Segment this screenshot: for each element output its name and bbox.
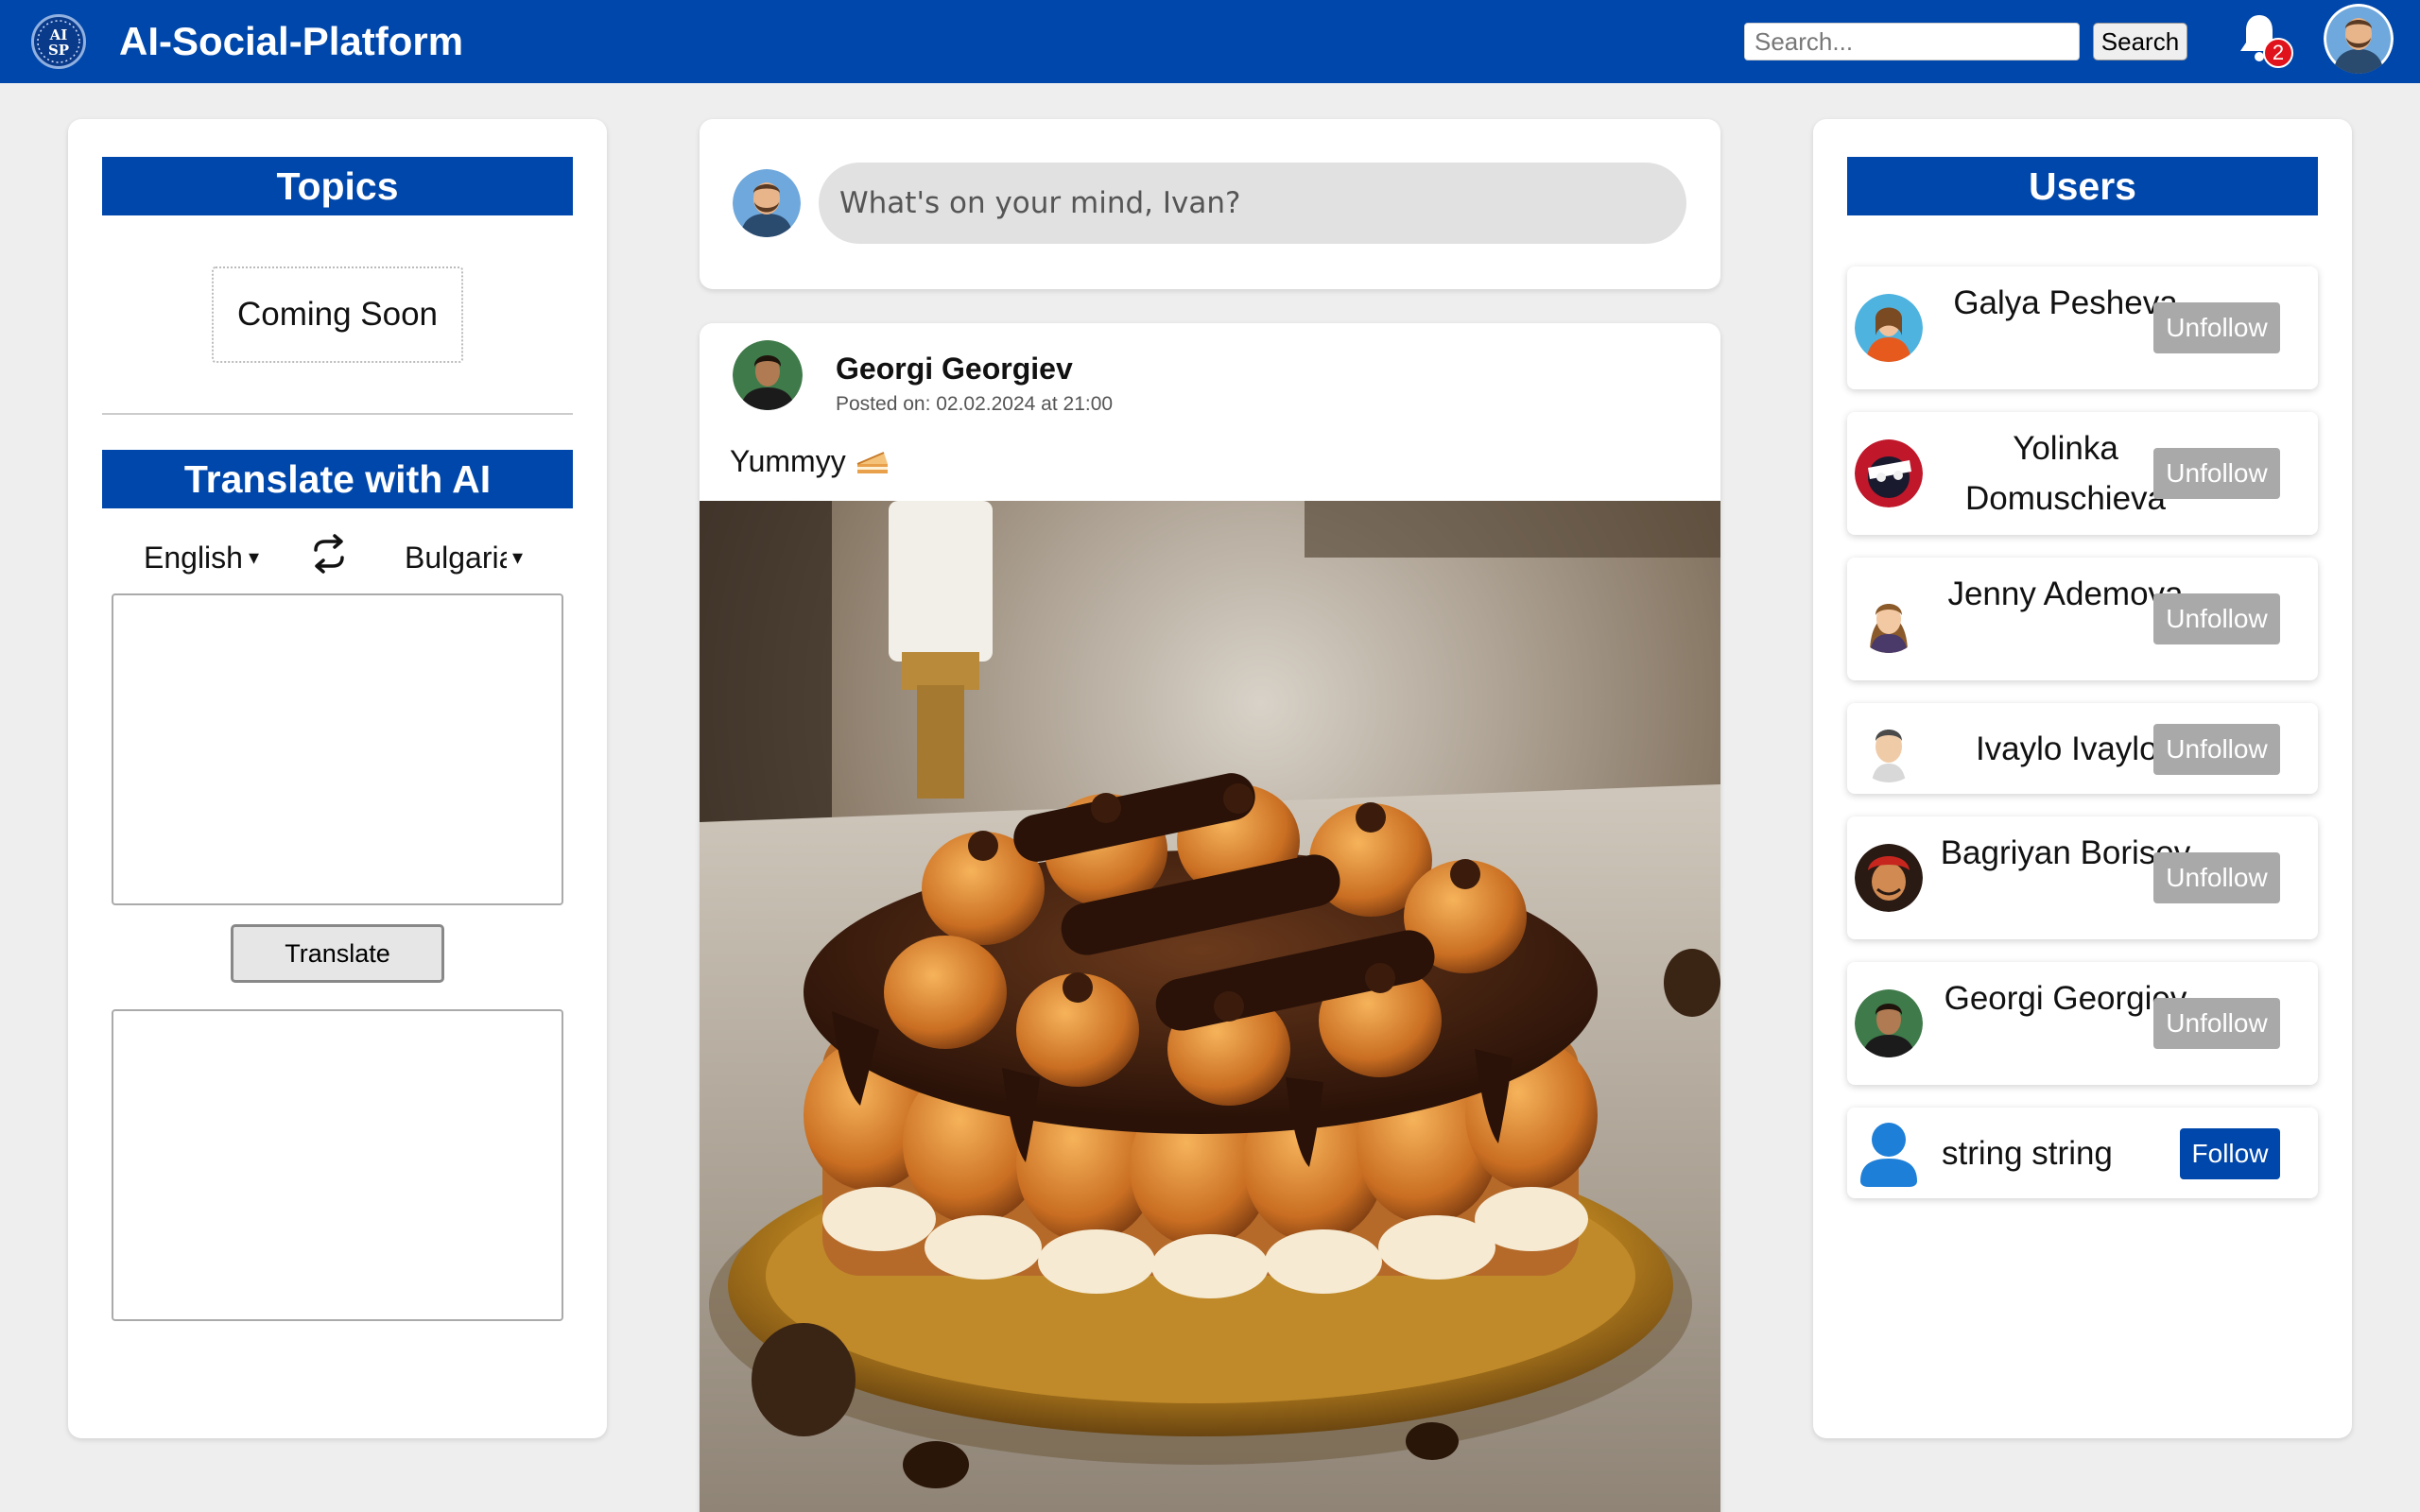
users-title: Users — [1847, 157, 2318, 215]
follow-button[interactable]: Follow — [2180, 1128, 2280, 1179]
chevron-down-icon: ▾ — [512, 545, 524, 569]
target-language-label: Bulgarian — [405, 540, 507, 575]
post-image-cake[interactable] — [700, 501, 1720, 1512]
logo-text-bottom: SP — [48, 42, 69, 59]
search-input[interactable] — [1744, 23, 2080, 60]
top-navbar: AI SP AI-Social-Platform Search 2 — [0, 0, 2420, 83]
swap-icon[interactable] — [308, 533, 350, 575]
divider — [102, 413, 573, 415]
brand-title[interactable]: AI-Social-Platform — [119, 19, 463, 64]
avatar[interactable] — [1855, 989, 1923, 1057]
topics-title: Topics — [102, 157, 573, 215]
notification-badge: 2 — [2263, 38, 2293, 68]
unfollow-button[interactable]: Unfollow — [2153, 593, 2280, 644]
post-date: Posted on: 02.02.2024 at 21:00 — [836, 393, 1114, 415]
source-language-select[interactable]: English ▾ — [144, 535, 285, 580]
chevron-down-icon: ▾ — [248, 545, 259, 569]
user-card[interactable]: Ivaylo Ivaylov Unfollow — [1847, 703, 2318, 794]
source-language-label: English — [144, 540, 243, 575]
avatar[interactable] — [1855, 294, 1923, 362]
cake-icon — [856, 451, 888, 473]
unfollow-button[interactable]: Unfollow — [2153, 448, 2280, 499]
post-text-content: Yummyy — [730, 444, 846, 478]
user-placeholder-icon[interactable] — [1855, 1119, 1923, 1187]
user-card[interactable]: Jenny Ademova Unfollow — [1847, 558, 2318, 680]
user-card[interactable]: Galya Pesheva Unfollow — [1847, 266, 2318, 389]
avatar[interactable] — [1855, 439, 1923, 507]
avatar[interactable] — [2324, 4, 2394, 74]
coming-soon-box: Coming Soon — [212, 266, 463, 363]
avatar[interactable] — [1855, 714, 1923, 782]
logo-icon[interactable]: AI SP — [31, 14, 86, 69]
search-button[interactable]: Search — [2093, 23, 2187, 60]
user-card[interactable]: Georgi Georgiev Unfollow — [1847, 962, 2318, 1085]
unfollow-button[interactable]: Unfollow — [2153, 724, 2280, 775]
avatar[interactable] — [733, 340, 803, 410]
unfollow-button[interactable]: Unfollow — [2153, 302, 2280, 353]
unfollow-button[interactable]: Unfollow — [2153, 998, 2280, 1049]
users-panel: Users Galya Pesheva Unfollow Yolinka Dom… — [1813, 119, 2352, 1438]
user-card[interactable]: Bagriyan Borisov Unfollow — [1847, 816, 2318, 939]
translate-button[interactable]: Translate — [231, 924, 444, 983]
post-text: Yummyy — [730, 444, 890, 479]
user-card[interactable]: Yolinka Domuschieva Unfollow — [1847, 412, 2318, 535]
language-row: English ▾ Bulgarian ▾ — [102, 529, 573, 586]
left-panel: Topics Coming Soon Translate with AI Eng… — [68, 119, 607, 1438]
translate-title: Translate with AI — [102, 450, 573, 508]
translate-output — [112, 1009, 563, 1321]
unfollow-button[interactable]: Unfollow — [2153, 852, 2280, 903]
target-language-select[interactable]: Bulgarian ▾ — [405, 535, 546, 580]
avatar[interactable] — [733, 169, 801, 237]
avatar[interactable] — [1855, 844, 1923, 912]
translate-input[interactable] — [112, 593, 563, 905]
whats-on-your-mind-input[interactable] — [819, 163, 1686, 244]
user-name[interactable]: string string — [1942, 1128, 2197, 1178]
user-card[interactable]: string string Follow — [1847, 1108, 2318, 1198]
avatar[interactable] — [1855, 585, 1923, 653]
post-composer — [700, 119, 1720, 289]
post-author[interactable]: Georgi Georgiev — [836, 352, 1073, 387]
post-card: Georgi Georgiev Posted on: 02.02.2024 at… — [700, 323, 1720, 1512]
